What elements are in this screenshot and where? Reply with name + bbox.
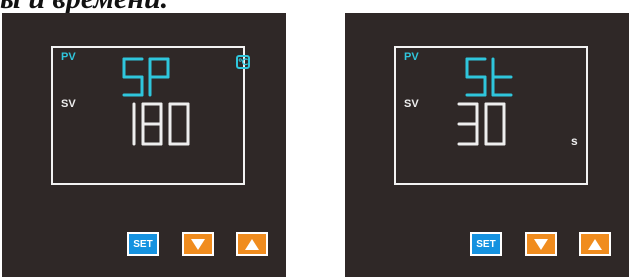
up-triangle-icon	[588, 238, 602, 250]
down-button[interactable]	[525, 232, 557, 256]
up-triangle-icon	[245, 238, 259, 250]
down-button[interactable]	[182, 232, 214, 256]
pv-label: PV	[61, 51, 76, 63]
down-triangle-icon	[534, 238, 548, 250]
set-button[interactable]: SET	[127, 232, 159, 256]
sv-label: SV	[61, 98, 76, 110]
down-triangle-icon	[191, 238, 205, 250]
pv-display	[465, 57, 513, 97]
display-screen: PV SV s	[394, 46, 588, 185]
up-button[interactable]	[236, 232, 268, 256]
pv-label: PV	[404, 51, 419, 63]
set-button[interactable]: SET	[470, 232, 502, 256]
pv-display	[122, 57, 170, 97]
celsius-icon: ℃	[236, 55, 250, 69]
up-button[interactable]	[579, 232, 611, 256]
sv-display	[132, 102, 190, 146]
display-screen: PV SV ℃	[51, 46, 250, 185]
seconds-unit: s	[571, 134, 578, 148]
sv-label: SV	[404, 98, 419, 110]
controller-panel-right: PV SV s SET	[345, 13, 629, 277]
controller-panel-left: PV SV ℃ SET	[2, 13, 286, 277]
sv-display	[457, 102, 506, 146]
